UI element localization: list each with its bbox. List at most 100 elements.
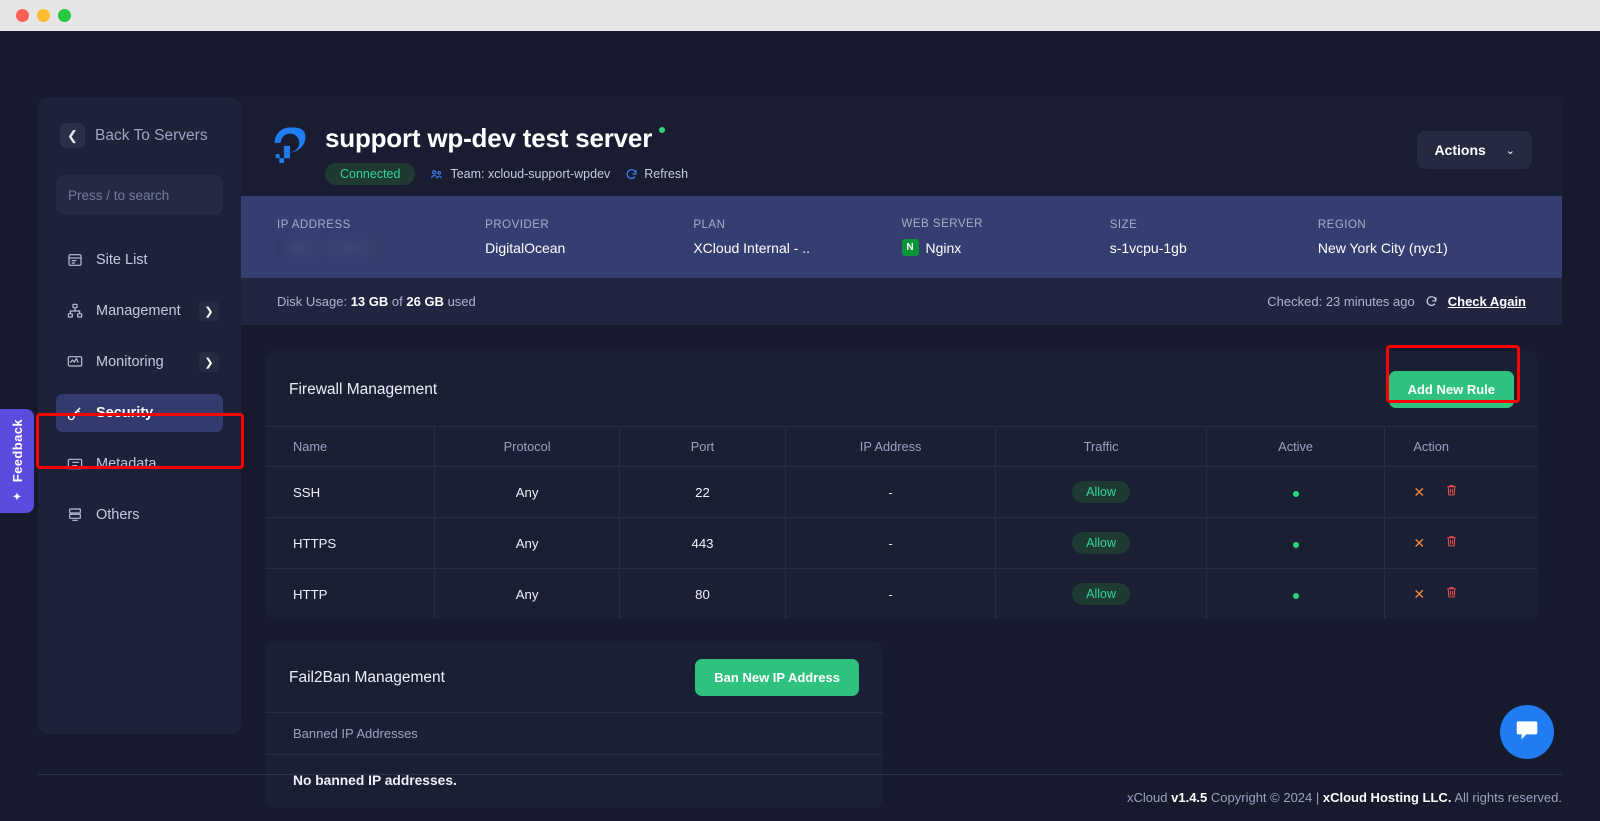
sidebar-item-site-list[interactable]: Site List bbox=[56, 241, 223, 279]
cell-port: 22 bbox=[619, 466, 786, 518]
refresh-icon bbox=[1425, 295, 1438, 308]
chevron-right-icon[interactable]: ❯ bbox=[199, 301, 219, 321]
disk-usage-text: Disk Usage: 13 GB of 26 GB used bbox=[277, 294, 476, 309]
cell-ip: - bbox=[785, 517, 997, 569]
firewall-rules-table: Name Protocol Port IP Address Traffic Ac… bbox=[265, 426, 1538, 619]
trash-icon[interactable] bbox=[1445, 485, 1458, 500]
add-new-rule-button[interactable]: Add New Rule bbox=[1388, 371, 1514, 408]
footer-text: xCloud v1.4.5 Copyright © 2024 | xCloud … bbox=[1127, 790, 1562, 805]
close-x-icon[interactable]: ✕ bbox=[1413, 535, 1425, 551]
ban-new-ip-button[interactable]: Ban New IP Address bbox=[695, 659, 859, 696]
sidebar-item-management[interactable]: Management ❯ bbox=[56, 292, 223, 330]
table-header-row: Name Protocol Port IP Address Traffic Ac… bbox=[265, 426, 1538, 467]
close-x-icon[interactable]: ✕ bbox=[1413, 586, 1425, 602]
cell-active bbox=[1206, 568, 1386, 619]
server-name: support wp-dev test server bbox=[325, 123, 653, 153]
close-x-icon[interactable]: ✕ bbox=[1413, 484, 1425, 500]
info-label: SIZE bbox=[1109, 218, 1138, 231]
info-cell-provider: PROVIDER DigitalOcean bbox=[485, 219, 693, 256]
cell-traffic: Allow bbox=[995, 517, 1207, 569]
server-header: support wp-dev test server Connected Tea… bbox=[241, 97, 1562, 196]
info-label: IP ADDRESS bbox=[277, 218, 351, 231]
chat-support-button[interactable] bbox=[1500, 705, 1554, 759]
actions-button[interactable]: Actions ⌄ bbox=[1417, 131, 1532, 169]
nginx-icon: N bbox=[901, 239, 919, 256]
info-cell-size: SIZE s-1vcpu-1gb bbox=[1110, 219, 1318, 256]
team-info: Team: xcloud-support-wpdev bbox=[430, 167, 610, 181]
chat-bubble-icon bbox=[1514, 717, 1540, 748]
trash-icon[interactable] bbox=[1445, 536, 1458, 551]
info-value: DigitalOcean bbox=[485, 239, 566, 256]
sidebar-item-label: Security bbox=[96, 405, 154, 421]
sidebar-item-security[interactable]: Security bbox=[56, 394, 223, 432]
site-list-icon bbox=[66, 252, 83, 269]
info-cell-region: REGION New York City (nyc1) bbox=[1318, 219, 1526, 256]
feedback-label: Feedback bbox=[9, 419, 25, 483]
security-key-icon bbox=[66, 405, 83, 422]
firewall-card-title: Firewall Management bbox=[289, 380, 438, 398]
team-label: Team: xcloud-support-wpdev bbox=[450, 167, 611, 181]
maximize-window-button[interactable] bbox=[58, 9, 71, 22]
page-title: support wp-dev test server bbox=[325, 123, 688, 154]
cell-port: 443 bbox=[619, 517, 786, 569]
footer-copyright: Copyright © 2024 | bbox=[1210, 790, 1320, 805]
cell-traffic: Allow bbox=[995, 568, 1207, 619]
cell-port: 80 bbox=[619, 568, 786, 619]
close-window-button[interactable] bbox=[16, 9, 29, 22]
column-header-port: Port bbox=[619, 426, 786, 467]
column-header-active: Active bbox=[1206, 426, 1386, 467]
info-label: REGION bbox=[1317, 218, 1367, 231]
cell-protocol: Any bbox=[434, 517, 621, 569]
disk-used: 13 GB bbox=[350, 294, 389, 309]
feedback-tab[interactable]: Feedback ✦ bbox=[0, 409, 34, 513]
search-box[interactable] bbox=[56, 175, 266, 215]
column-header-protocol: Protocol bbox=[434, 426, 621, 467]
team-icon bbox=[430, 168, 443, 181]
disk-check-group: Checked: 23 minutes ago Check Again bbox=[1267, 294, 1526, 309]
sidebar-item-label: Metadata bbox=[96, 456, 157, 472]
sidebar-item-label: Management bbox=[96, 303, 181, 319]
footer-version: v1.4.5 bbox=[1171, 790, 1208, 805]
info-value-redacted bbox=[277, 239, 485, 256]
cell-protocol: Any bbox=[434, 466, 621, 518]
disk-suffix: used bbox=[447, 294, 476, 309]
traffic-badge: Allow bbox=[1072, 532, 1131, 554]
cell-name: HTTPS bbox=[265, 517, 436, 569]
fail2ban-management-card: Fail2Ban Management Ban New IP Address B… bbox=[265, 641, 883, 808]
chevron-left-icon: ❮ bbox=[60, 123, 85, 148]
sidebar-item-label: Site List bbox=[96, 252, 148, 268]
refresh-button[interactable]: Refresh bbox=[625, 167, 688, 181]
check-again-button[interactable]: Check Again bbox=[1448, 294, 1526, 309]
cell-traffic: Allow bbox=[995, 466, 1207, 518]
info-value: New York City (nyc1) bbox=[1317, 239, 1448, 256]
digitalocean-logo bbox=[271, 125, 309, 163]
sidebar-item-others[interactable]: Others bbox=[56, 496, 223, 534]
main-panel: support wp-dev test server Connected Tea… bbox=[241, 97, 1562, 808]
minimize-window-button[interactable] bbox=[37, 9, 50, 22]
chevron-right-icon[interactable]: ❯ bbox=[199, 352, 219, 372]
cell-name: HTTP bbox=[265, 568, 436, 619]
sidebar-item-metadata[interactable]: Metadata bbox=[56, 445, 223, 483]
sidebar-item-monitoring[interactable]: Monitoring ❯ bbox=[56, 343, 223, 381]
active-dot-icon bbox=[1292, 541, 1299, 548]
trash-icon[interactable] bbox=[1445, 587, 1458, 602]
traffic-badge: Allow bbox=[1072, 583, 1131, 605]
disk-prefix: Disk Usage: bbox=[277, 294, 348, 309]
info-cell-web-server: WEB SERVER N Nginx bbox=[901, 218, 1110, 256]
cell-active bbox=[1206, 517, 1386, 569]
chevron-down-icon: ⌄ bbox=[1505, 144, 1515, 157]
others-icon bbox=[66, 507, 83, 524]
info-value-wrapper: N Nginx bbox=[901, 239, 1110, 256]
server-status-dot bbox=[659, 127, 666, 133]
back-to-servers-button[interactable]: ❮ Back To Servers bbox=[38, 115, 241, 148]
disk-usage-strip: Disk Usage: 13 GB of 26 GB used Checked:… bbox=[241, 278, 1562, 325]
footer-divider bbox=[38, 774, 1562, 775]
disk-middle: of bbox=[391, 294, 403, 309]
info-cell-plan: PLAN XCloud Internal - .. bbox=[693, 219, 901, 256]
refresh-label: Refresh bbox=[644, 167, 689, 181]
banned-ip-empty-message: No banned IP addresses. bbox=[293, 773, 457, 788]
search-input[interactable] bbox=[68, 187, 245, 203]
sidebar-item-label: Others bbox=[96, 507, 140, 523]
back-to-servers-label: Back To Servers bbox=[95, 126, 208, 144]
info-label: PLAN bbox=[693, 218, 726, 231]
